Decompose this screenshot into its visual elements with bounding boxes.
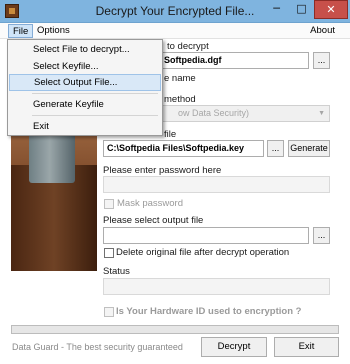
file-menu-dropdown: Select File to decrypt... Select Keyfile…: [7, 39, 163, 136]
chevron-down-icon: ▼: [318, 110, 325, 117]
password-label: Please enter password here: [103, 165, 222, 176]
keyfile-label: file: [164, 129, 177, 140]
menu-item-exit[interactable]: Exit: [9, 118, 161, 135]
mask-password-label: Mask password: [117, 198, 183, 209]
browse-file-button[interactable]: ...: [313, 52, 330, 69]
method-label: method: [164, 94, 196, 105]
menu-bar: File Options About: [0, 23, 350, 39]
password-field[interactable]: [103, 176, 330, 193]
menu-item-generate-keyfile[interactable]: Generate Keyfile: [9, 96, 161, 113]
delete-original-checkbox[interactable]: [104, 248, 114, 258]
menu-item-select-output[interactable]: Select Output File...: [9, 74, 161, 91]
exit-button[interactable]: Exit: [274, 337, 339, 357]
method-value: ow Data Security): [178, 108, 250, 118]
menu-item-select-keyfile[interactable]: Select Keyfile...: [9, 58, 161, 75]
progress-bar: [11, 325, 339, 334]
browse-output-button[interactable]: ...: [313, 227, 330, 244]
hardware-id-label: Is Your Hardware ID used to encryption ?: [116, 306, 302, 317]
delete-original-label: Delete original file after decrypt opera…: [116, 247, 290, 258]
name-label: e name: [164, 73, 196, 84]
mask-password-checkbox[interactable]: [104, 199, 114, 209]
maximize-button[interactable]: □: [289, 0, 314, 19]
status-field: [103, 278, 330, 295]
minimize-button[interactable]: ─: [264, 0, 289, 19]
status-label: Status: [103, 266, 130, 277]
menu-file[interactable]: File: [8, 24, 34, 38]
menu-about[interactable]: About: [306, 24, 339, 38]
menu-item-select-file[interactable]: Select File to decrypt...: [9, 41, 161, 58]
menu-options[interactable]: Options: [33, 24, 74, 38]
generate-button[interactable]: Generate: [288, 140, 330, 157]
decrypt-button[interactable]: Decrypt: [201, 337, 267, 357]
file-to-decrypt-label: to decrypt: [167, 41, 209, 52]
menu-separator: [32, 93, 158, 94]
browse-keyfile-button[interactable]: ...: [267, 140, 284, 157]
title-bar: Decrypt Your Encrypted File... ─ □ ✕: [0, 0, 350, 23]
footer-note: Data Guard - The best security guarantee…: [12, 342, 183, 352]
hardware-id-checkbox[interactable]: [104, 307, 114, 317]
output-file-field[interactable]: [103, 227, 309, 244]
close-button[interactable]: ✕: [314, 0, 348, 19]
output-file-label: Please select output file: [103, 215, 204, 226]
menu-separator: [32, 115, 158, 116]
keyfile-field[interactable]: C:\Softpedia Files\Softpedia.key: [103, 140, 264, 157]
